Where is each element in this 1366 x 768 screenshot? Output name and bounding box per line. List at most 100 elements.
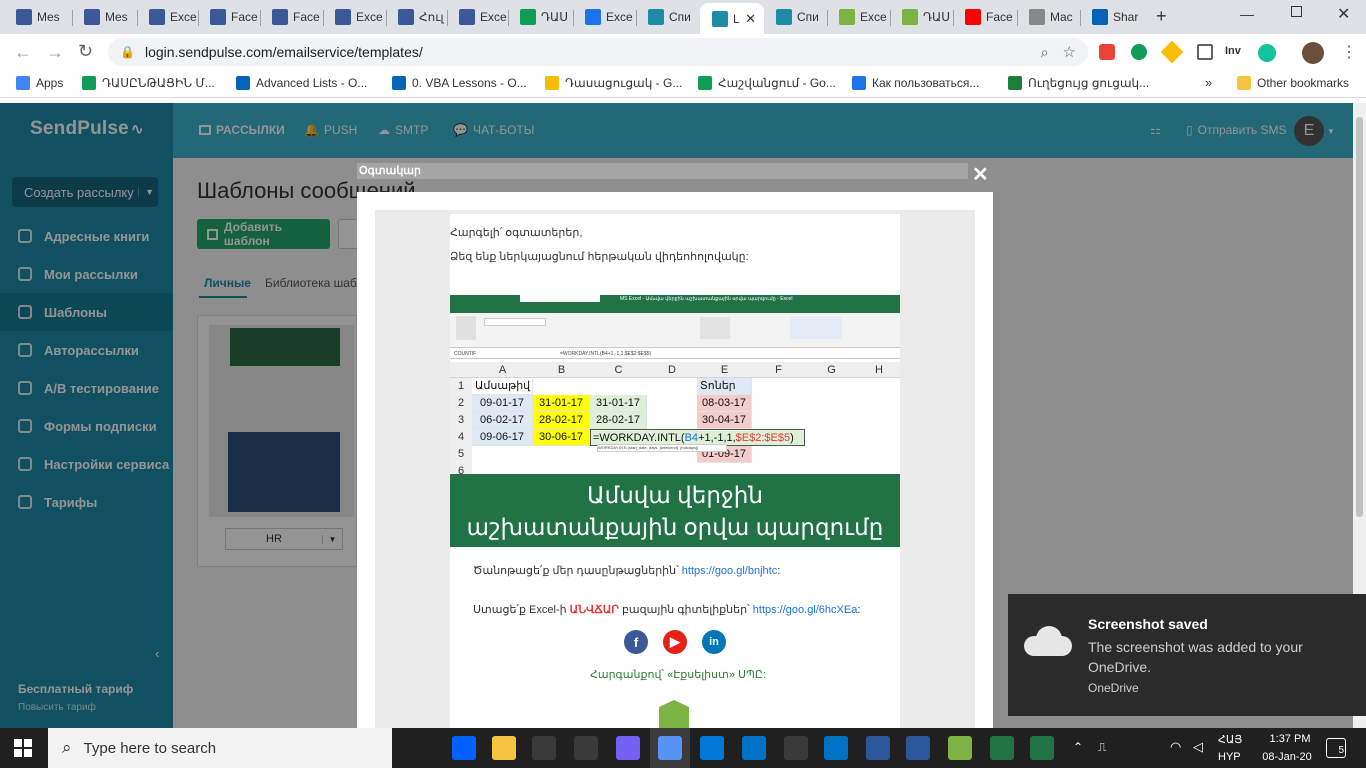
back-icon[interactable]: ← — [14, 42, 32, 63]
tab-14[interactable]: Exce — [827, 6, 890, 28]
tab-label: Mes — [105, 10, 128, 24]
tab-separator — [447, 10, 448, 26]
excel-icon[interactable] — [990, 736, 1014, 760]
bookmark-label: ԴԱՍԸՆԹԱՑԻՆ Մ... — [102, 76, 215, 90]
word-icon[interactable] — [866, 736, 890, 760]
reload-icon[interactable]: ↻ — [78, 41, 93, 62]
tab-8[interactable]: Exce — [447, 6, 508, 28]
tab-15[interactable]: ԴԱՍ — [890, 6, 953, 28]
taskbar-search[interactable]: ⌕ Type here to search — [48, 728, 392, 768]
tray-chevron-icon[interactable]: ⌃ — [1073, 740, 1083, 754]
task-view-icon[interactable] — [406, 736, 430, 760]
excel-col-A: A — [498, 364, 507, 376]
excel-title-bar: MS Excel - Ամսվա վերջին աշխատանքային օրվ… — [450, 295, 900, 305]
forward-icon[interactable]: → — [46, 42, 64, 63]
bookmark-7[interactable]: Как пользоваться... — [852, 76, 979, 90]
tray-network-icon[interactable]: ⎍ — [1098, 740, 1106, 755]
viber-icon[interactable] — [616, 736, 640, 760]
free-basics-link[interactable]: https://goo.gl/6hcXEa — [753, 604, 858, 616]
linkedin-icon[interactable]: in — [702, 630, 726, 654]
profile-avatar[interactable] — [1302, 42, 1324, 64]
clock-date[interactable]: 08-Jan-20 — [1252, 751, 1322, 763]
tab-separator — [1017, 10, 1018, 26]
doc-icon — [1029, 9, 1045, 25]
outlook-icon[interactable] — [742, 736, 766, 760]
youtube-icon[interactable]: ▶ — [663, 630, 687, 654]
bookmark-3[interactable]: Advanced Lists - O... — [236, 76, 367, 90]
tab-9[interactable]: ԴԱՍ — [508, 6, 573, 28]
clock-time[interactable]: 1:37 PM — [1262, 733, 1318, 745]
keyboard-layout[interactable]: HYP — [1218, 751, 1241, 763]
other-bookmarks[interactable]: Other bookmarks — [1237, 76, 1349, 90]
tab-2[interactable]: Mes — [72, 6, 137, 28]
mail-app-icon[interactable] — [574, 736, 598, 760]
formula-part: ) — [790, 432, 794, 444]
extension-image-icon[interactable] — [1197, 44, 1213, 60]
tab-close-icon[interactable]: ✕ — [745, 11, 764, 27]
scrollbar-thumb — [1356, 117, 1363, 517]
file-explorer-icon[interactable] — [492, 736, 516, 760]
address-bar[interactable]: 🔒 login.sendpulse.com/emailservice/templ… — [108, 38, 1088, 66]
bookmark-label: Advanced Lists - O... — [256, 76, 368, 90]
tab-label: Face — [231, 10, 258, 24]
volume-icon[interactable]: ◁ — [1193, 739, 1203, 755]
word-icon-2[interactable] — [906, 736, 930, 760]
formula-part: +1,-1,1, — [698, 432, 736, 444]
store-icon[interactable] — [532, 736, 556, 760]
wifi-icon[interactable]: ◠ — [1170, 739, 1181, 755]
tab-separator — [573, 10, 574, 26]
zoom-search-icon[interactable]: ⌕ — [1041, 44, 1049, 61]
active-app-highlight — [650, 728, 690, 768]
grammarly-icon[interactable] — [1258, 44, 1276, 62]
extension-inv-label[interactable]: Inv — [1225, 45, 1241, 57]
tab-13[interactable]: Спи — [764, 6, 827, 28]
star-icon[interactable]: ☆ — [1063, 43, 1076, 61]
snipping-icon[interactable] — [948, 736, 972, 760]
extension-green-icon[interactable] — [1131, 44, 1147, 60]
tab-12[interactable]: L ✕ — [700, 3, 764, 34]
bookmark-8[interactable]: Ուղեցույց ցուցակ... — [1008, 76, 1149, 90]
maximize-icon[interactable] — [1291, 6, 1302, 17]
bookmark-2[interactable]: ԴԱՍԸՆԹԱՑԻՆ Մ... — [82, 76, 215, 90]
bookmark-4[interactable]: 0. VBA Lessons - O... — [392, 76, 527, 90]
excel-col-B: B — [557, 364, 566, 376]
action-center-icon[interactable]: 5 — [1326, 738, 1346, 758]
bookmark-label: Հաշվանցում - Go... — [718, 76, 836, 90]
close-icon[interactable]: ✕ — [972, 162, 989, 187]
tab-11[interactable]: Спи — [636, 6, 700, 28]
close-window-icon[interactable]: ✕ — [1337, 4, 1350, 24]
tab-17[interactable]: Mac — [1017, 6, 1080, 28]
excel-cell: Ամսաթիվ — [472, 378, 533, 395]
toast-title: Screenshot saved — [1088, 616, 1208, 632]
bookmark-1[interactable]: Apps — [16, 76, 63, 90]
outlook-icon-2[interactable] — [824, 736, 848, 760]
excel-icon-2[interactable] — [1030, 736, 1054, 760]
tab-18[interactable]: Shar — [1080, 6, 1145, 28]
more-bookmarks-icon[interactable]: » — [1205, 75, 1212, 90]
bookmark-5[interactable]: Դասացուցակ - G... — [545, 76, 682, 90]
courses-link[interactable]: https://goo.gl/bnjhtc — [682, 565, 777, 577]
tab-6[interactable]: Exce — [323, 6, 386, 28]
excel-cell: 30-04-17 — [697, 412, 752, 429]
menu-dots-icon[interactable]: ⋮ — [1341, 42, 1357, 62]
modal-title: Օգտակար — [357, 163, 968, 179]
bookmark-label: Դասացուցակ - G... — [565, 76, 683, 90]
toast-notification[interactable]: Screenshot saved The screenshot was adde… — [1008, 594, 1366, 716]
tab-16[interactable]: Face — [953, 6, 1017, 28]
windows-start-icon[interactable] — [14, 739, 32, 757]
dropbox-icon[interactable] — [452, 736, 476, 760]
extension-red-icon[interactable] — [1099, 44, 1115, 60]
tab-3[interactable]: Exce — [137, 6, 198, 28]
tab-7[interactable]: Հուլ — [386, 6, 447, 28]
tab-10[interactable]: Exce — [573, 6, 636, 28]
new-tab-icon[interactable]: + — [1156, 6, 1167, 27]
tab-5[interactable]: Face — [260, 6, 323, 28]
language-indicator[interactable]: ՀԱՅ — [1218, 733, 1242, 746]
minimize-icon[interactable]: — — [1240, 6, 1254, 22]
facebook-icon[interactable]: f — [624, 630, 648, 654]
edge-icon[interactable] — [700, 736, 724, 760]
tab-1[interactable]: Mes — [4, 6, 72, 28]
tab-4[interactable]: Face — [198, 6, 260, 28]
photos-icon[interactable] — [784, 736, 808, 760]
bookmark-6[interactable]: Հաշվանցում - Go... — [698, 76, 836, 90]
